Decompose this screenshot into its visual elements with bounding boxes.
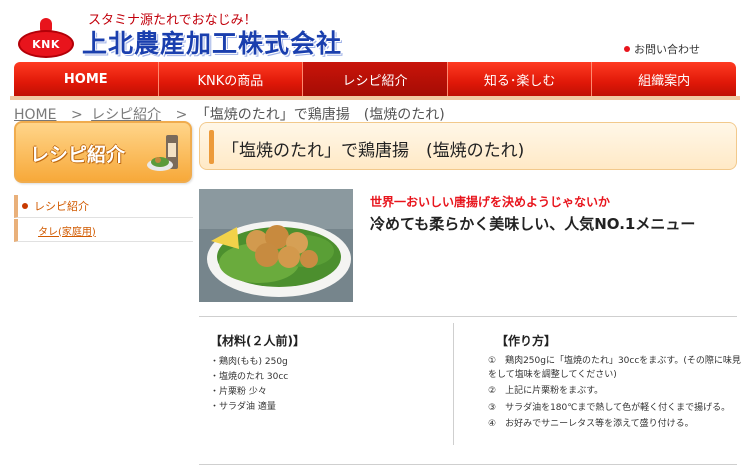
bullet-icon [22,203,28,209]
section-banner: レシピ紹介 [14,121,192,183]
breadcrumb-current: 「塩焼のたれ」で鶏唐揚 (塩焼のたれ) [195,107,445,123]
nav-home[interactable]: HOME [14,62,159,96]
section-divider [199,316,737,317]
sauce-bottle-image [147,135,178,171]
contact-link[interactable]: お問い合わせ [624,41,700,57]
site-header: KNK スタミナ源たれでおなじみ！ 上北農産加工株式会社 お問い合わせ [0,0,750,62]
ingredients-section: 【材料(２人前)】 ・鶏肉(もも) 250g ・塩焼のたれ 30cc ・片栗粉 … [210,332,450,415]
catchphrase: 世界一おいしい唐揚げを決めようじゃないか [370,195,611,209]
list-item: ・片栗粉 少々 [210,387,267,397]
knk-logo[interactable]: KNK [18,30,74,58]
company-name[interactable]: 上北農産加工株式会社 [82,24,342,60]
bullet-icon [624,46,630,52]
side-menu-recipes-label: レシピ紹介 [34,200,89,213]
lead-text: 冷めても柔らかく美味しい、人気NO.1メニュー [370,215,696,233]
steps-section: 【作り方】 ① 鶏肉250gに「塩焼のたれ」30ccをまぶす。(その際に味見をし… [488,332,742,435]
page-title: 「塩焼のたれ」で鶏唐揚 (塩焼のたれ) [222,141,525,161]
nav-shadow [10,96,740,100]
nav-about[interactable]: 組織案内 [592,62,736,96]
page-heading-box: 「塩焼のたれ」で鶏唐揚 (塩焼のたれ) [199,122,737,170]
ingredients-list: ・鶏肉(もも) 250g ・塩焼のたれ 30cc ・片栗粉 少々 ・サラダ油 適… [210,355,450,415]
bottom-divider [199,464,737,465]
nav-learn-enjoy[interactable]: 知る･楽しむ [448,62,593,96]
side-menu-recipes[interactable]: レシピ紹介 [14,195,193,218]
column-divider [453,323,454,445]
nav-recipes[interactable]: レシピ紹介 [303,62,448,96]
list-item: ・塩焼のたれ 30cc [210,372,289,382]
main-nav: HOME KNKの商品 レシピ紹介 知る･楽しむ 組織案内 [14,62,736,96]
section-banner-title: レシピ紹介 [30,144,126,166]
heading-accent-bar [209,130,214,164]
list-item: ・鶏肉(もも) 250g [210,357,288,367]
steps-title: 【作り方】 [496,334,557,348]
steps-list: ① 鶏肉250gに「塩焼のたれ」30ccをまぶす。(その際に味見をして塩味を調整… [488,355,742,432]
side-menu-sauce-home[interactable]: タレ(家庭用) [14,219,193,242]
list-item: ③ サラダ油を180℃まで熱して色が軽く付くまで揚げる。 [488,402,731,413]
logo-text: KNK [32,37,60,51]
list-item: ① 鶏肉250gに「塩焼のたれ」30ccをまぶす。(その際に味見をして塩味を調整… [488,356,741,380]
ingredients-title: 【材料(２人前)】 [210,334,305,348]
list-item: ② 上記に片栗粉をまぶす。 [488,386,604,396]
side-menu: レシピ紹介 タレ(家庭用) [14,195,193,242]
contact-link-label: お問い合わせ [634,43,700,56]
list-item: ・サラダ油 適量 [210,402,276,412]
nav-products[interactable]: KNKの商品 [159,62,304,96]
list-item: ④ お好みでサニーレタス等を添えて盛り付ける。 [488,419,694,429]
karaage-photo [199,189,353,302]
